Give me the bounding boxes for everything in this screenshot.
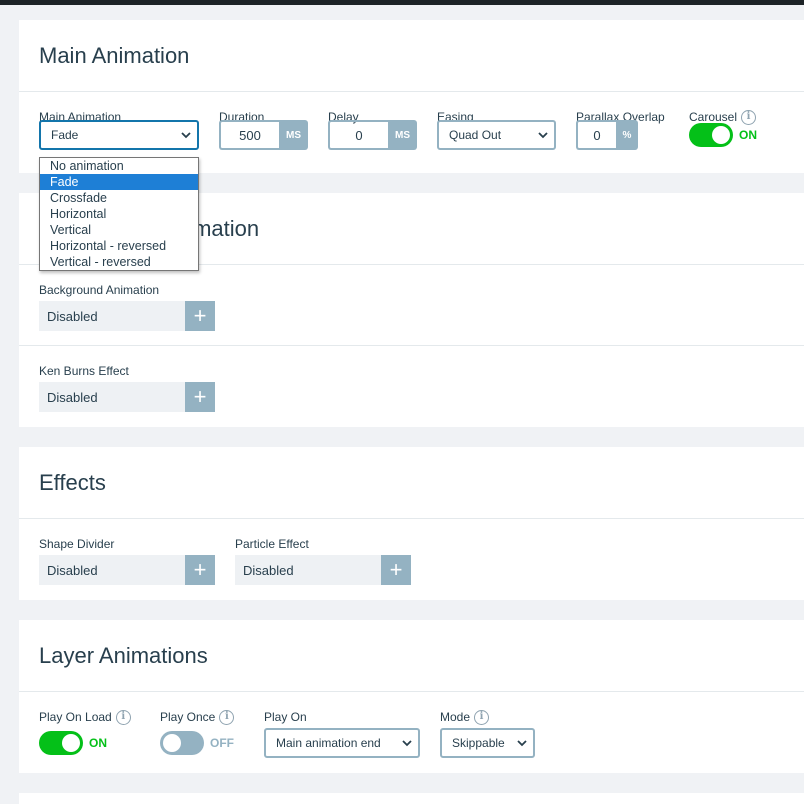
duration-value[interactable]: 500 [219, 120, 279, 150]
info-icon[interactable]: i [219, 709, 235, 725]
parallax-unit: % [616, 120, 638, 150]
delay-value[interactable]: 0 [328, 120, 388, 150]
toggle-knob [163, 734, 181, 752]
info-icon[interactable]: i [474, 709, 490, 725]
chevron-down-icon [538, 132, 548, 139]
main-animation-value: Fade [51, 128, 79, 142]
next-card-partial [19, 793, 804, 804]
shape-divider-value: Disabled [39, 555, 185, 585]
carousel-switch[interactable] [689, 123, 733, 147]
background-animation-label: Background Animation [39, 283, 160, 297]
ken-burns-field: Ken Burns Effect [39, 364, 129, 378]
shape-divider-field: Shape Divider [39, 537, 114, 551]
effects-row: Shape Divider Disabled + Particle Effect… [19, 519, 804, 600]
parallax-input[interactable]: 0 % [576, 120, 638, 150]
carousel-label-wrap: Carousel i [689, 109, 757, 125]
card-title-effects: Effects [19, 447, 804, 519]
ken-burns-row: Ken Burns Effect Disabled + [19, 346, 804, 427]
particle-effect-control: Disabled + [235, 555, 411, 585]
dropdown-option[interactable]: Horizontal [40, 206, 198, 222]
duration-input[interactable]: 500 MS [219, 120, 308, 150]
top-admin-bar [0, 0, 804, 5]
plus-icon[interactable]: + [381, 555, 411, 585]
play-on-load-state: ON [89, 736, 107, 750]
plus-icon[interactable]: + [185, 382, 215, 412]
play-once-switch[interactable] [160, 731, 204, 755]
play-once-field: Play Once i [160, 709, 235, 725]
main-animation-dropdown[interactable]: No animation Fade Crossfade Horizontal V… [39, 157, 199, 271]
background-animation-control: Disabled + [39, 301, 215, 331]
dropdown-option[interactable]: Vertical [40, 222, 198, 238]
delay-input[interactable]: 0 MS [328, 120, 417, 150]
play-on-load-label: Play On Load [39, 710, 112, 724]
play-on-load-toggle[interactable]: ON [39, 731, 107, 755]
dropdown-option[interactable]: No animation [40, 158, 198, 174]
play-once-state: OFF [210, 736, 234, 750]
toggle-knob [712, 126, 730, 144]
mode-value: Skippable [452, 736, 505, 750]
info-icon[interactable]: i [115, 709, 131, 725]
main-animation-card: Main Animation Main Animation Fade Durat… [19, 20, 804, 173]
dropdown-option[interactable]: Crossfade [40, 190, 198, 206]
chevron-down-icon [517, 740, 527, 747]
chevron-down-icon [402, 740, 412, 747]
background-animation-field: Background Animation [39, 283, 159, 297]
plus-icon[interactable]: + [185, 555, 215, 585]
toggle-knob [62, 734, 80, 752]
play-on-field: Play On [264, 710, 307, 724]
dropdown-option-selected[interactable]: Fade [40, 174, 198, 190]
effects-card: Effects Shape Divider Disabled + Particl… [19, 447, 804, 600]
shape-divider-label: Shape Divider [39, 537, 115, 551]
ken-burns-label: Ken Burns Effect [39, 364, 129, 378]
play-on-label: Play On [264, 710, 307, 724]
play-once-label: Play Once [160, 710, 216, 724]
carousel-label: Carousel [689, 110, 738, 124]
chevron-down-icon [181, 132, 191, 139]
background-animation-row: Background Animation Disabled + [19, 265, 804, 346]
mode-label-wrap: Mode i [440, 709, 490, 725]
background-animation-value: Disabled [39, 301, 185, 331]
play-once-label-wrap: Play Once i [160, 709, 235, 725]
card-title-layer-animations: Layer Animations [19, 620, 804, 692]
play-on-load-label-wrap: Play On Load i [39, 709, 131, 725]
easing-value: Quad Out [449, 128, 502, 142]
duration-unit: MS [279, 120, 308, 150]
ken-burns-value: Disabled [39, 382, 185, 412]
parallax-value[interactable]: 0 [576, 120, 616, 150]
layer-animations-card: Layer Animations Play On Load i ON Play … [19, 620, 804, 773]
mode-label: Mode [440, 710, 471, 724]
dropdown-option[interactable]: Vertical - reversed [40, 254, 198, 270]
carousel-toggle[interactable]: ON [689, 123, 757, 147]
particle-effect-value: Disabled [235, 555, 381, 585]
layer-animations-row: Play On Load i ON Play Once i OFF Play O… [19, 692, 804, 773]
play-on-select[interactable]: Main animation end [264, 728, 420, 758]
card-title-main-animation: Main Animation [19, 20, 804, 92]
carousel-state: ON [739, 128, 757, 142]
particle-effect-label: Particle Effect [235, 537, 309, 551]
main-animation-select[interactable]: Fade [39, 120, 199, 150]
play-on-load-switch[interactable] [39, 731, 83, 755]
particle-effect-field: Particle Effect [235, 537, 309, 551]
shape-divider-control: Disabled + [39, 555, 215, 585]
ken-burns-control: Disabled + [39, 382, 215, 412]
mode-select[interactable]: Skippable [440, 728, 535, 758]
play-on-load-field: Play On Load i [39, 709, 131, 725]
play-once-toggle[interactable]: OFF [160, 731, 234, 755]
plus-icon[interactable]: + [185, 301, 215, 331]
play-on-value: Main animation end [276, 736, 381, 750]
carousel-field: Carousel i [689, 109, 757, 125]
dropdown-option[interactable]: Horizontal - reversed [40, 238, 198, 254]
mode-field: Mode i [440, 709, 490, 725]
delay-unit: MS [388, 120, 417, 150]
easing-select[interactable]: Quad Out [437, 120, 556, 150]
